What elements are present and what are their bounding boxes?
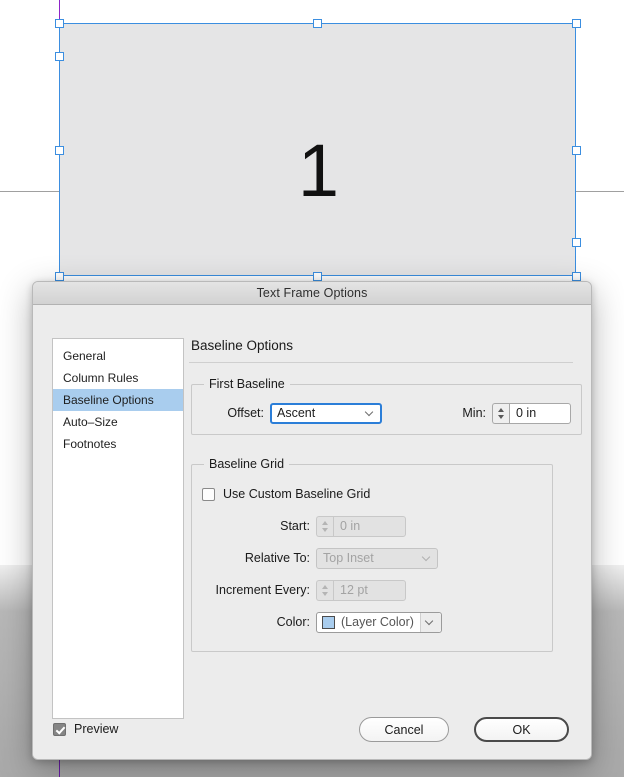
min-label: Min: <box>462 406 486 420</box>
dialog-titlebar[interactable]: Text Frame Options <box>33 282 591 305</box>
use-custom-baseline-grid-checkbox[interactable] <box>202 487 215 501</box>
start-row: Start: 0 in <box>202 515 542 537</box>
color-row: Color: (Layer Color) <box>202 611 542 633</box>
use-custom-baseline-grid-label: Use Custom Baseline Grid <box>223 487 371 501</box>
handle-left-upper[interactable] <box>54 52 64 61</box>
handle-top-right[interactable] <box>571 18 581 28</box>
offset-label: Offset: <box>227 406 264 420</box>
chevron-down-icon <box>423 554 430 561</box>
increment-field[interactable]: 12 pt <box>316 579 406 601</box>
layer-color-swatch-icon <box>322 615 335 629</box>
use-custom-row[interactable]: Use Custom Baseline Grid <box>202 483 542 505</box>
handle-right-middle[interactable] <box>571 146 581 155</box>
stepper-up-icon[interactable] <box>321 520 328 525</box>
stepper-down-icon[interactable] <box>497 414 504 419</box>
handle-bottom-right[interactable] <box>571 271 581 281</box>
text-frame-options-dialog[interactable]: Text Frame Options General Column Rules … <box>32 281 592 760</box>
sidebar-item-footnotes[interactable]: Footnotes <box>53 433 183 455</box>
start-input[interactable]: 0 in <box>333 515 406 537</box>
preview-toggle[interactable]: Preview <box>53 722 118 736</box>
sidebar-item-column-rules[interactable]: Column Rules <box>53 367 183 389</box>
start-label: Start: <box>280 519 310 533</box>
offset-row: Offset: Ascent Min: 0 in <box>202 402 571 424</box>
color-label: Color: <box>276 615 310 629</box>
selected-text-frame[interactable]: 1 <box>59 23 576 276</box>
dialog-title: Text Frame Options <box>256 286 368 300</box>
min-field[interactable]: 0 in <box>492 402 571 424</box>
start-stepper[interactable] <box>316 515 333 537</box>
pane-title: Baseline Options <box>191 338 294 353</box>
preview-label: Preview <box>74 722 119 736</box>
color-select[interactable]: (Layer Color) <box>316 611 442 633</box>
increment-row: Increment Every: 12 pt <box>202 579 542 601</box>
chevron-down-icon <box>426 618 433 625</box>
ok-button[interactable]: OK <box>474 717 569 742</box>
color-select-value: (Layer Color) <box>341 615 414 629</box>
handle-right-lower[interactable] <box>571 238 581 247</box>
baseline-options-pane: Baseline Options First Baseline Offset: … <box>189 338 582 652</box>
min-stepper[interactable] <box>492 402 509 424</box>
offset-select[interactable]: Ascent <box>270 402 382 424</box>
dialog-category-list[interactable]: General Column Rules Baseline Options Au… <box>52 338 184 719</box>
dialog-footer: Preview Cancel OK <box>33 705 591 759</box>
sidebar-item-general[interactable]: General <box>53 345 183 367</box>
dialog-body: General Column Rules Baseline Options Au… <box>33 305 591 759</box>
handle-top-center[interactable] <box>313 18 322 28</box>
stepper-down-icon[interactable] <box>321 527 328 532</box>
increment-stepper[interactable] <box>316 579 333 601</box>
relative-to-select-value: Top Inset <box>323 551 374 565</box>
relative-to-select[interactable]: Top Inset <box>316 547 438 569</box>
sidebar-item-auto-size[interactable]: Auto–Size <box>53 411 183 433</box>
chevron-down-icon <box>366 409 373 416</box>
stepper-up-icon[interactable] <box>321 584 328 589</box>
baseline-grid-group: Baseline Grid Use Custom Baseline Grid S… <box>191 457 553 652</box>
baseline-grid-legend: Baseline Grid <box>209 457 285 471</box>
increment-input[interactable]: 12 pt <box>333 579 406 601</box>
first-baseline-group: First Baseline Offset: Ascent Min: 0 in <box>191 377 582 435</box>
min-input[interactable]: 0 in <box>509 402 571 424</box>
increment-every-label: Increment Every: <box>215 583 310 597</box>
relative-to-label: Relative To: <box>244 551 310 565</box>
preview-checkbox[interactable] <box>53 722 66 736</box>
stepper-down-icon[interactable] <box>321 591 328 596</box>
pane-divider <box>189 362 573 363</box>
stepper-up-icon[interactable] <box>497 407 504 412</box>
sidebar-item-baseline-options[interactable]: Baseline Options <box>53 389 183 411</box>
frame-page-number: 1 <box>297 129 340 212</box>
handle-left-middle[interactable] <box>54 146 64 155</box>
handle-top-left[interactable] <box>54 18 64 28</box>
relative-to-row: Relative To: Top Inset <box>202 547 542 569</box>
vertical-guide-bottom <box>59 760 60 777</box>
handle-bottom-center[interactable] <box>313 271 322 281</box>
handle-bottom-left[interactable] <box>54 271 64 281</box>
first-baseline-legend: First Baseline <box>209 377 285 391</box>
start-field[interactable]: 0 in <box>316 515 406 537</box>
offset-select-value: Ascent <box>277 406 316 420</box>
cancel-button[interactable]: Cancel <box>359 717 449 742</box>
